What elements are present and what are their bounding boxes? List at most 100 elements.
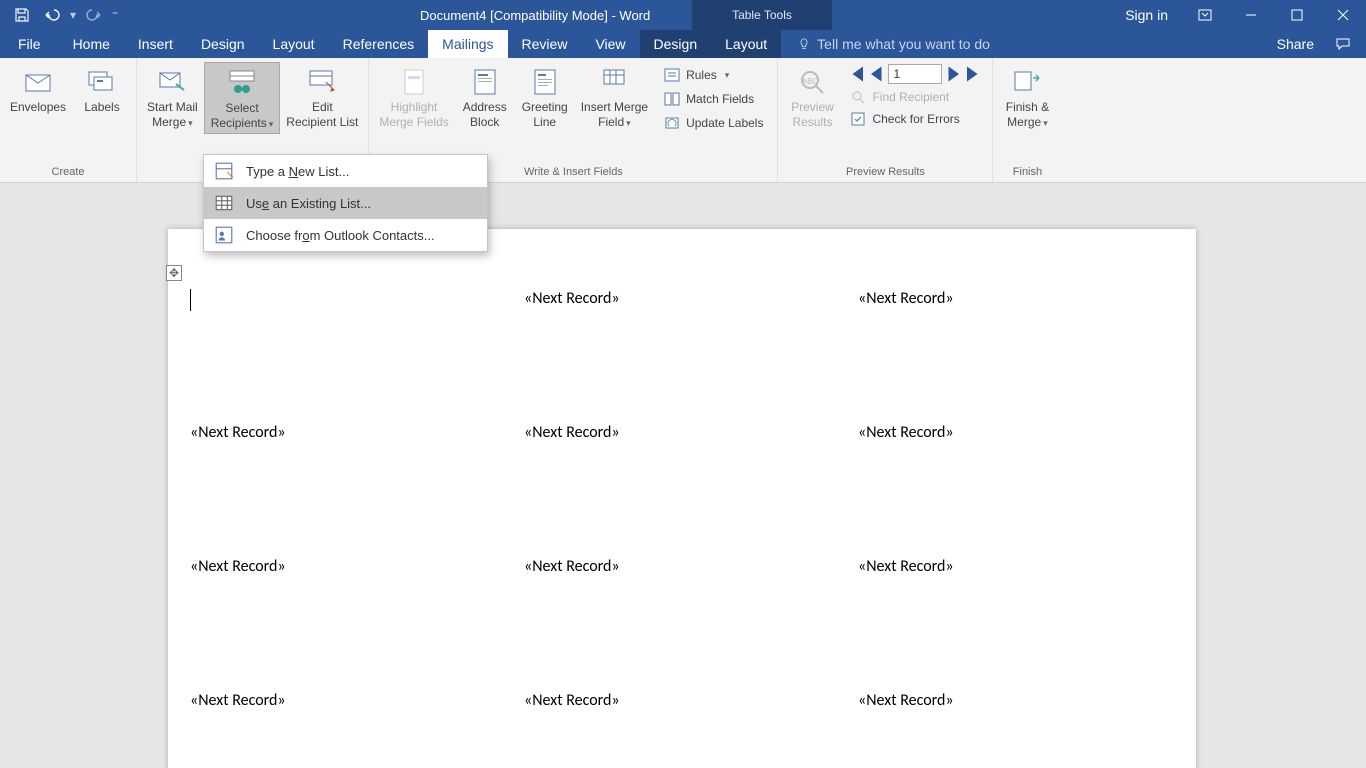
tab-table-design[interactable]: Design	[640, 30, 712, 58]
chevron-down-icon: ▾	[725, 70, 730, 81]
first-record-button[interactable]	[848, 65, 866, 83]
edit-recipient-list-label: Edit Recipient List	[286, 100, 358, 130]
find-recipient-label: Find Recipient	[872, 90, 949, 104]
save-button[interactable]	[8, 1, 36, 29]
start-mail-merge-label: Start Mail Merge▾	[147, 100, 198, 130]
table-move-handle[interactable]: ✥	[166, 265, 182, 281]
chevron-down-icon: ▾	[1043, 118, 1048, 128]
quick-access-toolbar: ▾ ⁼	[0, 1, 120, 29]
menu-outlook-label: Choose from Outlook Contacts...	[246, 228, 435, 243]
preview-results-label: Preview Results	[791, 100, 834, 130]
match-fields-button[interactable]: Match Fields	[660, 88, 767, 110]
share-button[interactable]: Share	[1261, 36, 1324, 52]
insert-merge-field-icon	[598, 66, 630, 98]
undo-button[interactable]	[38, 1, 66, 29]
ribbon-tabs: File Home Insert Design Layout Reference…	[0, 30, 1366, 58]
menu-type-new-list[interactable]: Type a New List...	[204, 155, 487, 187]
outlook-contacts-icon	[214, 225, 234, 245]
select-recipients-label: Select Recipients▾	[211, 101, 274, 131]
tab-mailings[interactable]: Mailings	[428, 30, 507, 58]
envelopes-button[interactable]: Envelopes	[4, 62, 72, 117]
tab-file[interactable]: File	[0, 30, 59, 58]
new-list-icon	[214, 161, 234, 181]
select-recipients-button[interactable]: Select Recipients▾	[204, 62, 281, 134]
find-recipient-button[interactable]: Find Recipient	[842, 86, 988, 108]
tab-review[interactable]: Review	[508, 30, 582, 58]
chevron-down-icon: ▾	[269, 119, 274, 129]
menu-outlook-contacts[interactable]: Choose from Outlook Contacts...	[204, 219, 487, 251]
start-mail-merge-icon	[156, 66, 188, 98]
insert-merge-field-label: Insert Merge Field▾	[581, 100, 648, 130]
preview-results-icon: ABC	[796, 66, 828, 98]
preview-results-button[interactable]: ABC Preview Results	[782, 62, 842, 132]
highlight-label: Highlight Merge Fields	[379, 100, 448, 130]
last-record-button[interactable]	[964, 65, 982, 83]
group-create: Envelopes Labels Create	[0, 58, 137, 182]
edit-recipient-list-button[interactable]: Edit Recipient List	[280, 62, 364, 132]
finish-merge-icon	[1011, 66, 1043, 98]
labels-label: Labels	[84, 100, 119, 115]
find-recipient-icon	[850, 89, 866, 105]
menu-use-existing-list[interactable]: Use an Existing List...	[204, 187, 487, 219]
labels-icon	[86, 66, 118, 98]
tab-table-layout[interactable]: Layout	[711, 30, 781, 58]
chevron-down-icon: ▾	[188, 118, 193, 128]
start-mail-merge-button[interactable]: Start Mail Merge▾	[141, 62, 204, 132]
lightbulb-icon	[797, 37, 811, 51]
maximize-button[interactable]	[1274, 0, 1320, 30]
table-tools-contextual-label: Table Tools	[692, 0, 832, 30]
qat-customize-icon[interactable]: ⁼	[110, 8, 120, 22]
sign-in-button[interactable]: Sign in	[1111, 7, 1182, 23]
rules-button[interactable]: Rules ▾	[660, 64, 767, 86]
highlight-merge-fields-button[interactable]: Highlight Merge Fields	[373, 62, 454, 132]
tell-me-search[interactable]: Tell me what you want to do	[781, 30, 990, 58]
group-finish-label: Finish	[993, 163, 1061, 182]
menu-use-existing-label: Use an Existing List...	[246, 196, 371, 211]
undo-dropdown-icon[interactable]: ▾	[68, 8, 78, 22]
redo-button[interactable]	[80, 1, 108, 29]
minimize-button[interactable]	[1228, 0, 1274, 30]
rules-label: Rules	[686, 68, 717, 82]
window-title: Document4 [Compatibility Mode] - Word	[420, 8, 650, 23]
tab-design[interactable]: Design	[187, 30, 259, 58]
document-page[interactable]: ✥ «Next Record» «Next Record» «Next Reco…	[168, 229, 1196, 768]
merge-field: «Next Record»	[524, 557, 620, 576]
record-number-input[interactable]: 1	[888, 64, 942, 84]
update-labels-icon	[664, 115, 680, 131]
menu-type-new-label: Type a New List...	[246, 164, 349, 179]
greeting-line-button[interactable]: Greeting Line	[515, 62, 575, 132]
finish-merge-button[interactable]: Finish & Merge▾	[997, 62, 1057, 132]
envelope-icon	[22, 66, 54, 98]
check-errors-icon	[850, 111, 866, 127]
tab-references[interactable]: References	[329, 30, 429, 58]
next-record-button[interactable]	[944, 65, 962, 83]
existing-list-icon	[214, 193, 234, 213]
prev-record-button[interactable]	[868, 65, 886, 83]
merge-field: «Next Record»	[190, 423, 286, 442]
select-recipients-icon	[226, 67, 258, 99]
finish-merge-label: Finish & Merge▾	[1006, 100, 1049, 130]
match-fields-label: Match Fields	[686, 92, 754, 106]
select-recipients-menu: Type a New List... Use an Existing List.…	[203, 154, 488, 252]
group-finish: Finish & Merge▾ Finish	[993, 58, 1061, 182]
merge-field: «Next Record»	[524, 691, 620, 710]
close-button[interactable]	[1320, 0, 1366, 30]
labels-button[interactable]: Labels	[72, 62, 132, 117]
greeting-line-label: Greeting Line	[522, 100, 568, 130]
tab-view[interactable]: View	[581, 30, 639, 58]
comments-icon[interactable]	[1328, 29, 1358, 59]
update-labels-button[interactable]: Update Labels	[660, 112, 767, 134]
greeting-line-icon	[529, 66, 561, 98]
tab-layout[interactable]: Layout	[259, 30, 329, 58]
check-errors-button[interactable]: Check for Errors	[842, 108, 988, 130]
tab-home[interactable]: Home	[59, 30, 124, 58]
address-block-button[interactable]: Address Block	[455, 62, 515, 132]
tab-insert[interactable]: Insert	[124, 30, 187, 58]
update-labels-label: Update Labels	[686, 116, 763, 130]
insert-merge-field-button[interactable]: Insert Merge Field▾	[575, 62, 654, 132]
merge-field: «Next Record»	[858, 557, 954, 576]
merge-field: «Next Record»	[858, 289, 954, 308]
merge-field: «Next Record»	[524, 423, 620, 442]
ribbon-display-options-button[interactable]	[1182, 0, 1228, 30]
document-area: ✥ «Next Record» «Next Record» «Next Reco…	[0, 213, 1366, 768]
